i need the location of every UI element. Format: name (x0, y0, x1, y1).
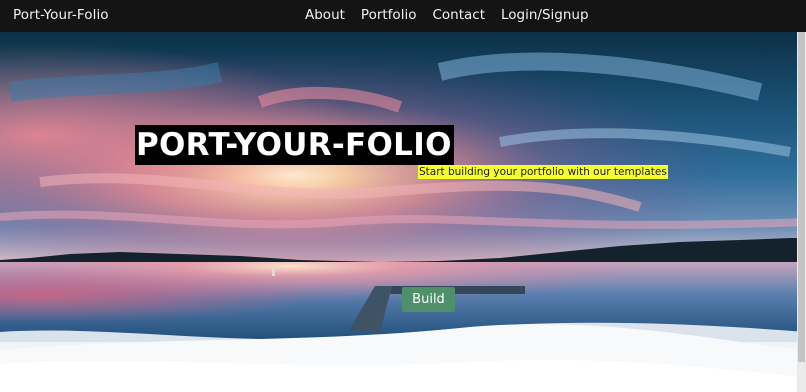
nav-link-contact[interactable]: Contact (432, 7, 485, 23)
build-button[interactable]: Build (402, 287, 455, 312)
brand-logo-link[interactable]: Port-Your-Folio (13, 7, 109, 23)
hero-title: PORT-YOUR-FOLIO (135, 125, 454, 165)
scrollbar-thumb[interactable] (798, 32, 805, 362)
nav-link-login-signup[interactable]: Login/Signup (501, 7, 589, 23)
nav-link-portfolio[interactable]: Portfolio (361, 7, 417, 23)
hero-subtitle: Start building your portfolio with our t… (418, 165, 668, 179)
nav-link-about[interactable]: About (305, 7, 345, 23)
nav-links: About Portfolio Contact Login/Signup (305, 7, 589, 23)
navbar: Port-Your-Folio About Portfolio Contact … (0, 0, 806, 32)
page-scrollbar[interactable] (797, 32, 806, 392)
hero-background-image (0, 32, 806, 392)
hero-section: PORT-YOUR-FOLIO Start building your port… (0, 32, 806, 392)
